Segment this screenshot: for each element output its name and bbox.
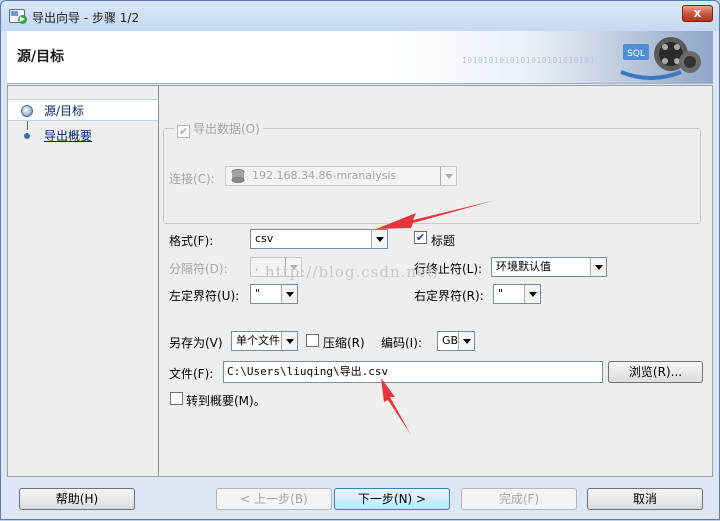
wizard-header: 源/目标 1010101010101010101010101 SQL — [7, 31, 713, 84]
left-enclosure-label: 左定界符(U): — [169, 289, 240, 303]
finish-button[interactable]: 完成(F) — [461, 488, 577, 510]
back-button[interactable]: < 上一步(B) — [216, 488, 332, 510]
left-enclosure-value: " — [255, 287, 261, 300]
chevron-down-icon[interactable] — [524, 285, 540, 303]
title-bar[interactable]: ▶ 导出向导 - 步骤 1/2 x — [1, 1, 719, 31]
right-enclosure-label: 右定界符(R): — [414, 289, 484, 303]
encoding-select[interactable]: GBK — [437, 331, 475, 351]
export-data-checkbox[interactable]: ✔ — [177, 125, 190, 138]
right-enclosure-select[interactable]: " — [493, 284, 541, 304]
window-title: 导出向导 - 步骤 1/2 — [32, 11, 140, 25]
save-as-label: 另存为(V) — [169, 336, 223, 350]
delimiter-value: , — [255, 260, 259, 273]
chevron-down-icon[interactable] — [281, 285, 297, 303]
left-enclosure-select[interactable]: " — [250, 284, 298, 304]
page-title: 源/目标 — [17, 49, 65, 65]
file-label: 文件(F): — [169, 367, 214, 381]
compress-checkbox[interactable] — [306, 334, 319, 347]
encoding-label: 编码(I): — [381, 336, 422, 350]
format-label: 格式(F): — [169, 234, 214, 248]
compress-label: 压缩(R) — [323, 336, 365, 350]
next-button[interactable]: 下一步(N) > — [334, 488, 450, 510]
help-button[interactable]: 帮助(H) — [19, 488, 135, 510]
export-data-legend: ✔ 导出数据(O) — [174, 120, 263, 138]
header-binary-decoration: 1010101010101010101010101 — [462, 56, 595, 65]
wizard-steps-nav: 源/目标 导出概要 — [8, 86, 159, 476]
chevron-down-icon[interactable] — [458, 332, 474, 350]
nav-item-label: 导出概要 — [44, 129, 93, 143]
right-enclosure-value: " — [498, 287, 504, 300]
chevron-down-icon[interactable] — [371, 230, 387, 248]
close-button[interactable]: x — [682, 5, 713, 22]
cancel-button[interactable]: 取消 — [587, 488, 703, 510]
header-row-checkbox[interactable]: ✔ — [414, 231, 427, 244]
current-step-icon — [21, 105, 33, 117]
delimiter-label: 分隔符(D): — [169, 262, 228, 276]
save-as-value: 单个文件 — [236, 334, 280, 347]
save-as-select[interactable]: 单个文件 — [231, 331, 298, 351]
nav-item-export-summary[interactable]: 导出概要 — [8, 125, 158, 147]
nav-item-source-target[interactable]: 源/目标 — [8, 99, 158, 121]
step-dot-icon — [24, 133, 30, 139]
logo-text: SQL — [627, 49, 645, 59]
watermark-text: http://blog.csdn.net/ — [265, 263, 441, 281]
chevron-down-icon[interactable] — [281, 332, 297, 350]
header-row-label: 标题 — [431, 234, 456, 248]
chevron-down-icon[interactable] — [590, 258, 606, 276]
sql-export-logo-icon: SQL — [620, 37, 701, 80]
export-data-group: ✔ 导出数据(O) — [163, 120, 701, 224]
nav-item-label: 源/目标 — [44, 104, 85, 118]
export-data-label: 导出数据(O) — [193, 122, 260, 136]
line-terminator-select[interactable]: 环境默认值 — [491, 257, 607, 277]
format-value: csv — [255, 232, 274, 245]
goto-summary-label: 转到概要(M)。 — [186, 394, 266, 408]
format-select[interactable]: csv — [250, 229, 388, 249]
export-wizard-window: ▶ 导出向导 - 步骤 1/2 x 源/目标 10101010101010101… — [0, 0, 720, 520]
browse-button[interactable]: 浏览(R)... — [608, 361, 703, 383]
line-terminator-value: 环境默认值 — [496, 260, 551, 273]
goto-summary-checkbox[interactable] — [170, 392, 183, 405]
file-path-input[interactable]: C:\Users\liuqing\导出.csv — [223, 361, 603, 383]
export-wizard-icon: ▶ — [9, 9, 27, 24]
